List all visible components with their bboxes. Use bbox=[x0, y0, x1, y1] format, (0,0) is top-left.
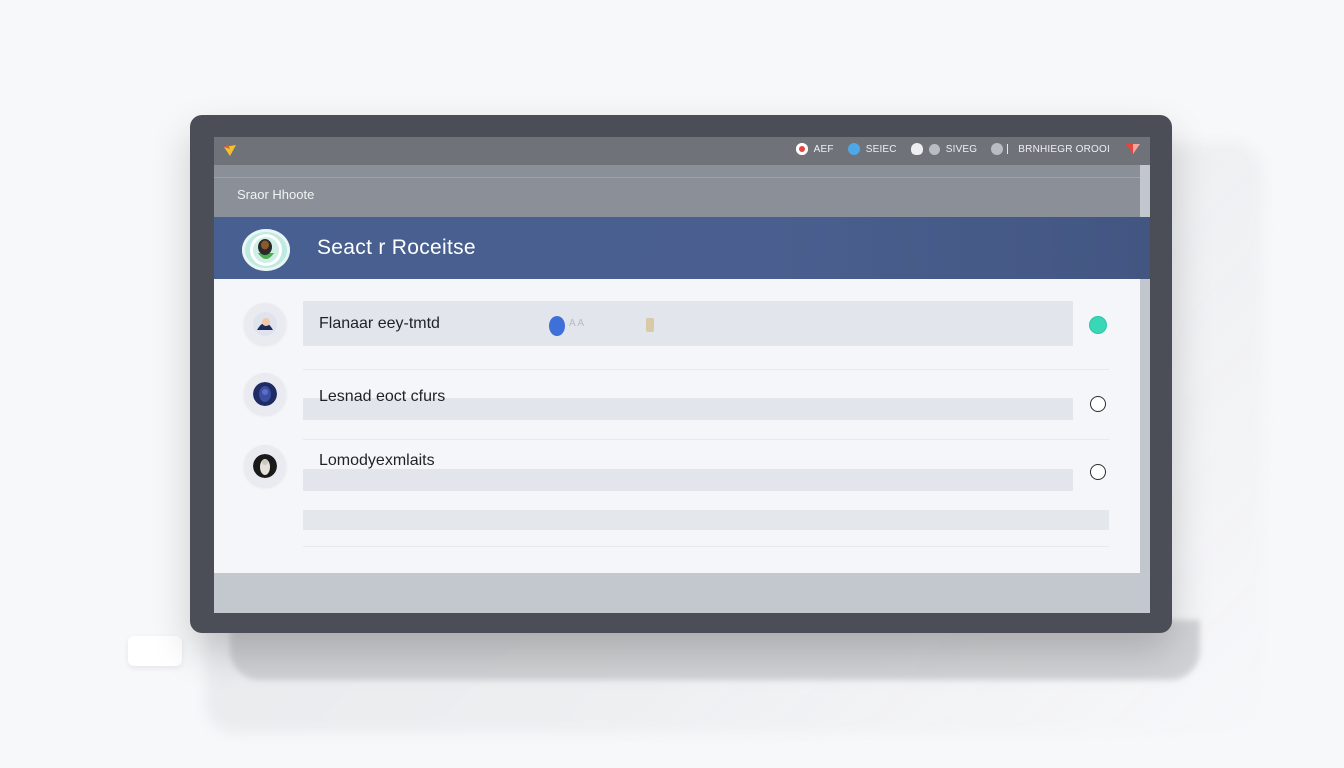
results-header: Seact r Roceitse bbox=[214, 217, 1150, 279]
page-title: Seact r Roceitse bbox=[317, 236, 476, 259]
status-label-4: BRNHIEGR OROOI bbox=[1018, 143, 1110, 155]
radio-button[interactable] bbox=[1090, 396, 1106, 412]
list-item[interactable]: Flanaar eey-tmtd A A bbox=[214, 301, 1140, 363]
blue-pin-icon bbox=[549, 316, 565, 336]
cloud-icon[interactable] bbox=[910, 143, 923, 155]
user-dot-icon[interactable] bbox=[991, 143, 1004, 155]
title-bar-divider bbox=[1007, 144, 1009, 154]
title-bar: AEF SEIEC SIVEG BRNHIEGR OROOI bbox=[214, 137, 1150, 165]
row-divider bbox=[303, 546, 1109, 547]
app-window: AEF SEIEC SIVEG BRNHIEGR OROOI Sraor Hho… bbox=[214, 137, 1150, 613]
search-bar[interactable]: Sraor Hhoote bbox=[214, 165, 1140, 218]
app-logo-icon bbox=[224, 145, 236, 156]
stand-base bbox=[128, 636, 182, 666]
status-label-1: AEF bbox=[813, 143, 834, 155]
list-item[interactable]: Lomodyexmlaits bbox=[214, 443, 1140, 505]
avatar bbox=[244, 445, 286, 487]
header-avatar bbox=[242, 229, 290, 271]
list-item-label: Lomodyexmlaits bbox=[319, 452, 435, 469]
person-avatar-icon bbox=[253, 454, 277, 478]
status-label-3: SIVEG bbox=[945, 143, 978, 155]
results-list: Flanaar eey-tmtd A A Lesnad eoct cfurs L… bbox=[214, 279, 1140, 573]
radio-button[interactable] bbox=[1090, 464, 1106, 480]
inline-meta: A A bbox=[569, 318, 585, 329]
status-strip bbox=[214, 573, 1150, 613]
title-bar-status-group: AEF SEIEC SIVEG BRNHIEGR OROOI bbox=[795, 143, 1142, 155]
empty-row-placeholder bbox=[303, 510, 1109, 530]
status-label-2: SEIEC bbox=[865, 143, 897, 155]
info-dot-icon[interactable] bbox=[847, 143, 860, 155]
person-avatar-icon bbox=[253, 312, 277, 336]
avatar bbox=[244, 373, 286, 415]
list-item-field[interactable]: Lomodyexmlaits bbox=[303, 443, 1073, 491]
list-item-field[interactable]: Lesnad eoct cfurs bbox=[303, 371, 1073, 420]
row-divider bbox=[303, 369, 1109, 370]
list-item-field[interactable]: Flanaar eey-tmtd A A bbox=[303, 301, 1073, 346]
status-indicator[interactable] bbox=[1090, 317, 1106, 333]
person-avatar-icon bbox=[253, 382, 277, 406]
tag-icon bbox=[646, 318, 654, 332]
avatar bbox=[244, 303, 286, 345]
record-dot-icon[interactable] bbox=[795, 143, 808, 155]
search-input[interactable]: Sraor Hhoote bbox=[237, 187, 314, 202]
lion-logo-icon bbox=[250, 234, 282, 266]
list-item-label: Lesnad eoct cfurs bbox=[319, 388, 446, 405]
settings-dot-icon[interactable] bbox=[928, 143, 940, 155]
list-item-label: Flanaar eey-tmtd bbox=[319, 315, 440, 332]
monitor-frame: AEF SEIEC SIVEG BRNHIEGR OROOI Sraor Hho… bbox=[190, 115, 1172, 633]
heart-icon[interactable] bbox=[1124, 143, 1142, 155]
list-item[interactable]: Lesnad eoct cfurs bbox=[214, 371, 1140, 433]
row-divider bbox=[303, 439, 1109, 440]
